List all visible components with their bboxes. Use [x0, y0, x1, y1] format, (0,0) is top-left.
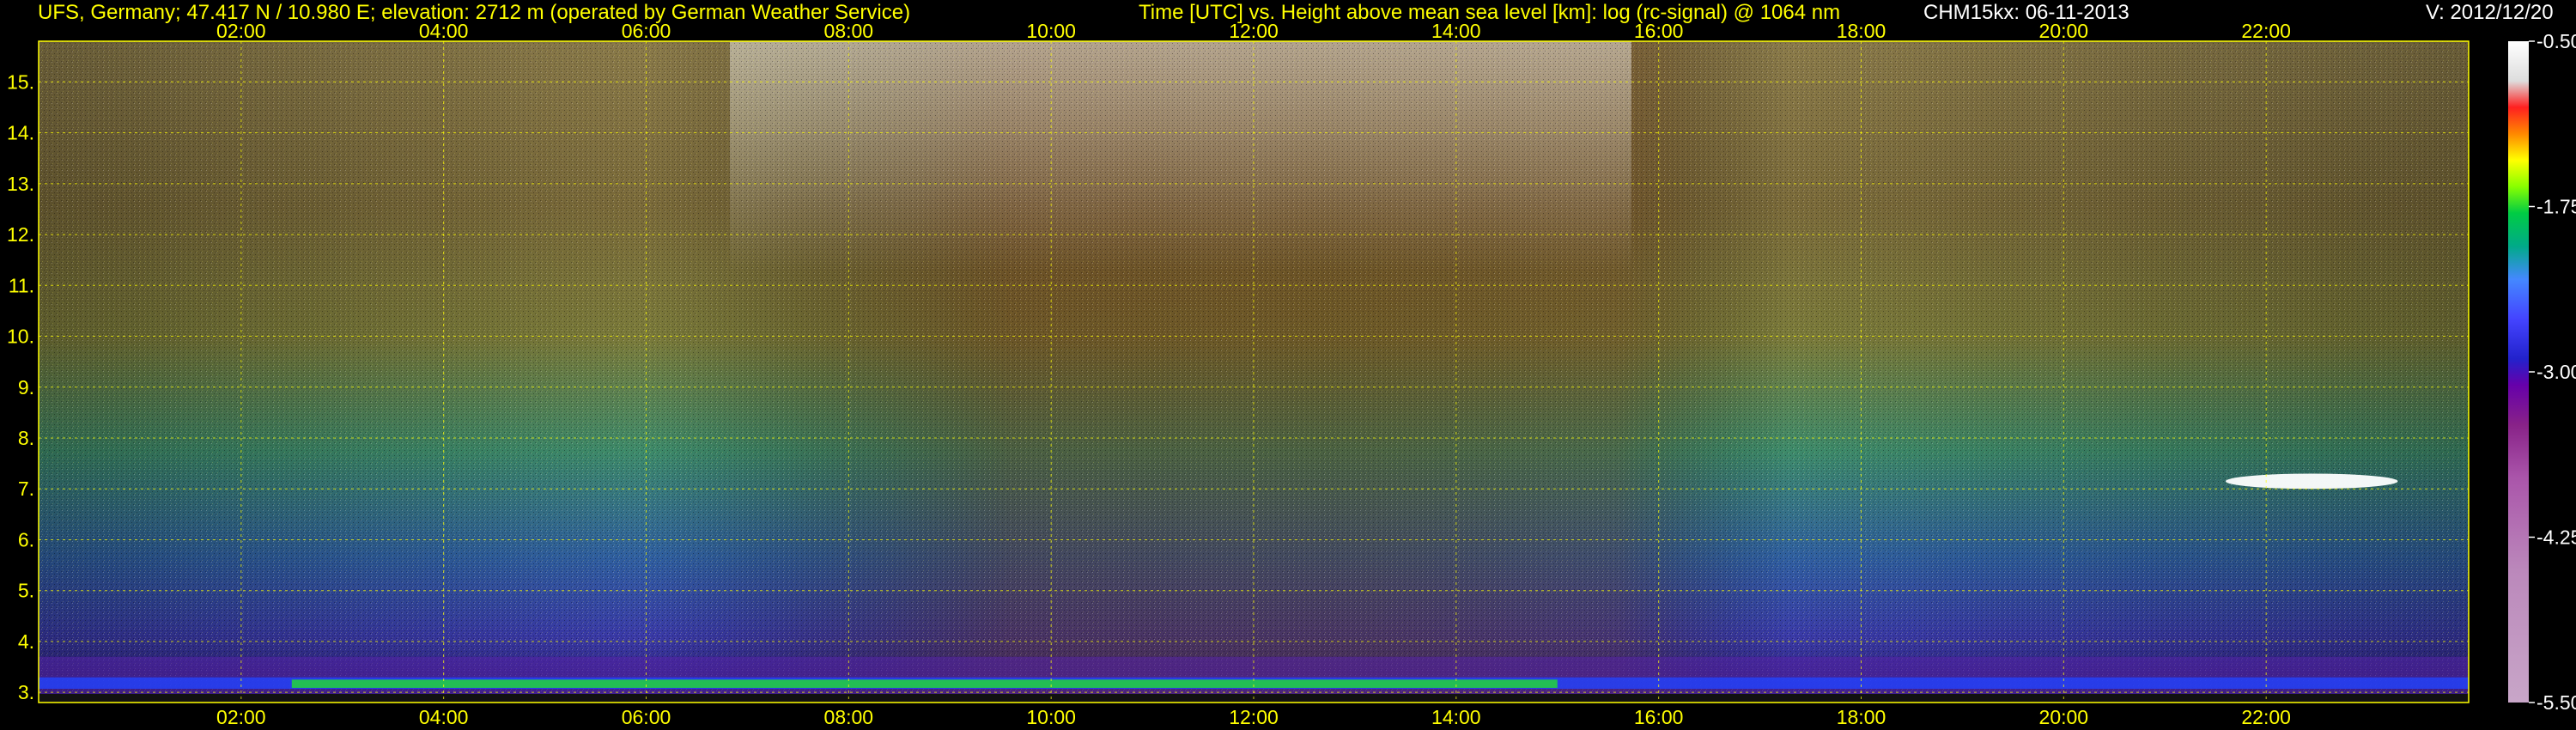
colorbar-tick-label: -4.25: [2537, 526, 2576, 549]
x-tick-label-bottom: 08:00: [824, 706, 874, 728]
y-tick-label: 3.: [18, 681, 34, 703]
colorbar-tick-label: -1.75: [2537, 196, 2576, 218]
x-tick-label-bottom: 10:00: [1026, 706, 1076, 728]
x-tick-label-top: 18:00: [1837, 20, 1886, 42]
x-tick-label-top: 22:00: [2241, 20, 2291, 42]
x-tick-label-top: 10:00: [1026, 20, 1076, 42]
x-tick-label-bottom: 02:00: [216, 706, 266, 728]
x-tick-label-bottom: 22:00: [2241, 706, 2291, 728]
y-tick-label: 9.: [18, 376, 34, 398]
y-tick-label: 12.: [7, 223, 34, 246]
x-axis-bottom: 02:00 04:00 06:00 08:00 10:00 12:00 14:00 16:00…: [216, 706, 2291, 728]
x-tick-label-top: 12:00: [1229, 20, 1279, 42]
x-tick-label-top: 20:00: [2039, 20, 2089, 42]
x-tick-label-bottom: 12:00: [1229, 706, 1279, 728]
ceilometer-chart: UFS, Germany; 47.417 N / 10.980 E; eleva…: [7, 1, 2576, 728]
x-tick-label-bottom: 16:00: [1634, 706, 1684, 728]
y-tick-label: 15.: [7, 70, 34, 93]
x-tick-label-top: 02:00: [216, 20, 266, 42]
x-tick-label-top: 08:00: [824, 20, 874, 42]
x-tick-label-top: 14:00: [1431, 20, 1481, 42]
y-axis: 3. 4. 5. 6. 7. 8. 9. 10. 11. 12. 13. 14. 15.: [7, 70, 34, 703]
y-tick-label: 8.: [18, 427, 34, 449]
plot-area: [38, 40, 2470, 703]
colorbar-tick-label: -5.50: [2537, 691, 2576, 714]
y-tick-label: 7.: [18, 478, 34, 500]
x-tick-label-bottom: 04:00: [419, 706, 469, 728]
colorbar: -0.50 -1.75 -3.00 -4.25 -5.50: [2508, 30, 2576, 714]
y-tick-label: 5.: [18, 580, 34, 602]
x-tick-label-top: 16:00: [1634, 20, 1684, 42]
x-tick-label-bottom: 06:00: [622, 706, 671, 728]
x-tick-label-top: 06:00: [622, 20, 671, 42]
x-tick-label-bottom: 20:00: [2039, 706, 2089, 728]
x-tick-label-top: 04:00: [419, 20, 469, 42]
version-label: V: 2012/12/20: [2426, 1, 2554, 24]
x-tick-label-bottom: 18:00: [1837, 706, 1886, 728]
y-tick-label: 13.: [7, 173, 34, 195]
aerosol-layer-core: [291, 679, 1558, 688]
x-tick-label-bottom: 14:00: [1431, 706, 1481, 728]
y-tick-label: 6.: [18, 528, 34, 551]
cloud-layer: [2226, 473, 2398, 490]
station-info: UFS, Germany; 47.417 N / 10.980 E; eleva…: [38, 1, 910, 24]
y-tick-label: 11.: [9, 274, 34, 296]
colorbar-scale: [2508, 41, 2529, 703]
y-tick-label: 14.: [7, 122, 34, 144]
colorbar-tick-label: -3.00: [2537, 361, 2576, 383]
instrument-date: CHM15kx: 06-11-2013: [1923, 1, 2129, 24]
y-tick-label: 4.: [18, 630, 34, 653]
colorbar-ticks: -0.50 -1.75 -3.00 -4.25 -5.50: [2529, 30, 2576, 714]
colorbar-tick-label: -0.50: [2537, 30, 2576, 52]
y-tick-label: 10.: [7, 325, 34, 348]
